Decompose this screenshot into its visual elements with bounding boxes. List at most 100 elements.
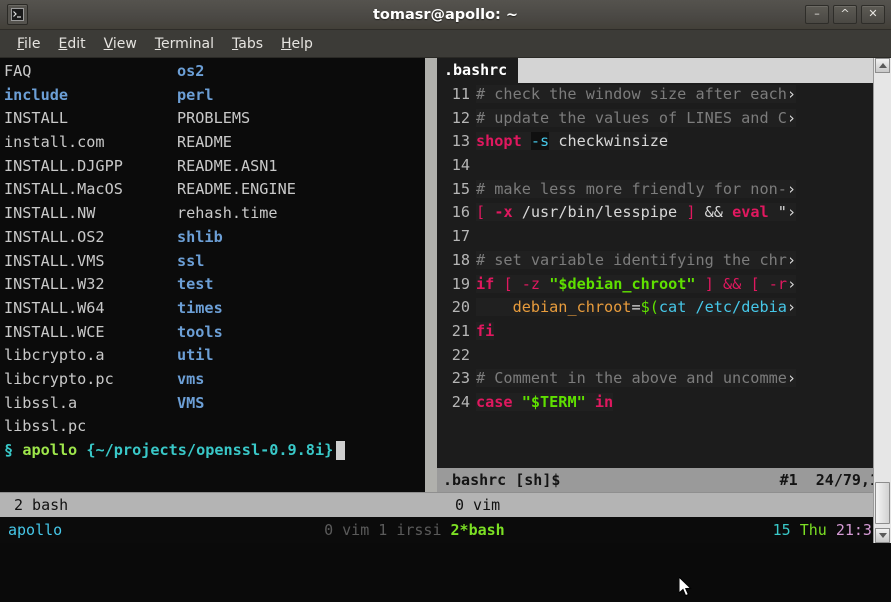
directory-entry: VMS — [177, 393, 205, 412]
window-item-vim[interactable]: 0 vim — [324, 517, 369, 543]
file-listing-row: INSTALL PROBLEMS — [4, 107, 425, 131]
window-item-bash[interactable]: 2*bash — [451, 517, 505, 543]
menu-item-terminal[interactable]: Terminal — [146, 34, 223, 54]
vim-line-number: 11 — [437, 83, 476, 107]
window-controls: – ^ ✕ — [805, 5, 885, 24]
vim-line: 19 if [ -z "$debian_chroot" ] && [ -r› — [437, 272, 891, 297]
file-entry: INSTALL.MacOS — [4, 180, 123, 199]
vim-token: › — [786, 250, 797, 269]
menu-mnemonic: E — [58, 35, 68, 52]
file-entry: libcrypto.pc — [4, 369, 114, 388]
directory-entry: test — [177, 275, 214, 294]
vim-tabline-filler — [516, 58, 891, 83]
vim-line-code: # make less more friendly for non-› — [476, 179, 797, 198]
vim-line-number: 24 — [437, 390, 476, 415]
vim-line-code: debian_chroot=$(cat /etc/debia› — [476, 298, 797, 317]
shell-prompt[interactable]: § apollo { ~/projects/openssl-0.9.8i } — [4, 439, 425, 463]
menu-label: ile — [24, 35, 41, 52]
scrollbar-track[interactable] — [875, 73, 890, 528]
vim-token: › — [786, 108, 797, 127]
file-entry: INSTALL — [4, 109, 69, 128]
vim-line-code: if [ -z "$debian_chroot" ] && [ -r› — [476, 274, 797, 293]
directory-entry: tools — [177, 322, 223, 341]
vim-token — [540, 275, 549, 293]
menu-item-edit[interactable]: Edit — [49, 34, 94, 54]
vim-line: 23 # Comment in the above and uncomme› — [437, 367, 891, 391]
vim-token: case — [476, 392, 513, 411]
directory-entry: include — [4, 85, 69, 104]
clock-day: 15 — [772, 521, 791, 539]
vim-tab-bashrc[interactable]: .bashrc — [437, 58, 517, 83]
file-listing-row: INSTALL.VMS ssl — [4, 250, 425, 274]
vim-token: eval — [732, 203, 769, 222]
scrollbar-thumb[interactable] — [875, 482, 890, 524]
vim-token: -r — [768, 274, 788, 293]
menu-label: iew — [112, 35, 137, 52]
menu-item-tabs[interactable]: Tabs — [223, 34, 272, 54]
vim-token — [586, 393, 595, 411]
pane-divider[interactable] — [425, 58, 437, 492]
file-entry: FAQ — [4, 62, 32, 80]
vim-token — [513, 275, 522, 293]
vim-token: if — [476, 274, 495, 293]
window-item-irssi[interactable]: 1 irssi — [378, 517, 441, 543]
vim-token: [ — [476, 203, 486, 222]
file-listing-row: libssl.a VMS — [4, 392, 425, 416]
vim-token: "$TERM" — [521, 392, 586, 411]
file-listing-row: libcrypto.a util — [4, 344, 425, 368]
menu-item-file[interactable]: File — [8, 34, 49, 54]
terminal-content[interactable]: FAQ os2 include perl INSTALL PROBLEMS install.… — [0, 58, 891, 597]
pane-vim[interactable]: .bashrc 11 # check the window size after … — [437, 58, 891, 492]
vim-token: = — [631, 298, 641, 317]
vim-lines: 11 # check the window size after each› 12 #… — [437, 83, 891, 415]
title-bar: tomasr@apollo: ~ – ^ ✕ — [0, 0, 891, 30]
pane-bash[interactable]: FAQ os2 include perl INSTALL PROBLEMS install.… — [0, 58, 425, 492]
file-entry: INSTALL.W64 — [4, 298, 105, 317]
scroll-up-button[interactable] — [875, 58, 890, 73]
vim-line: 20 debian_chroot=$(cat /etc/debia› — [437, 296, 891, 320]
scroll-down-button[interactable] — [875, 528, 890, 543]
vim-token: › — [786, 369, 797, 388]
vim-line-number: 13 — [437, 130, 476, 155]
directory-entry: shlib — [177, 227, 223, 246]
vim-tabline[interactable]: .bashrc — [437, 58, 891, 83]
directory-entry: times — [177, 298, 223, 317]
vim-token: ] — [686, 203, 696, 222]
vim-status-right: #1 24/79,1 — [779, 471, 879, 489]
file-entry: libssl.pc — [4, 417, 87, 436]
file-entry: README.ENGINE — [177, 180, 296, 199]
menu-mnemonic: H — [281, 35, 292, 52]
vim-token — [696, 275, 705, 293]
file-listing-row: libssl.pc — [4, 415, 425, 439]
vim-line-number: 18 — [437, 248, 476, 273]
minimize-button[interactable]: – — [805, 5, 829, 24]
vim-token: › — [786, 179, 797, 198]
vim-token: [ — [503, 274, 513, 293]
maximize-button[interactable]: ^ — [833, 5, 857, 24]
menu-mnemonic: V — [103, 35, 113, 52]
file-entry: INSTALL.NW — [4, 204, 96, 223]
prompt-symbol: § — [4, 441, 14, 459]
vim-token — [522, 132, 531, 150]
directory-entry: ssl — [177, 251, 205, 270]
vim-line-code: # update the values of LINES and C› — [476, 108, 797, 127]
vim-token — [513, 393, 522, 411]
file-listing-row: INSTALL.W64 times — [4, 297, 425, 321]
terminal-scrollbar[interactable] — [873, 58, 891, 543]
vim-line-number: 15 — [437, 177, 476, 202]
menu-item-help[interactable]: Help — [272, 34, 322, 54]
vim-token: # make less more friendly for non- — [476, 179, 787, 198]
vim-token — [485, 203, 494, 221]
vim-text-area[interactable]: 11 # check the window size after each› 12 #… — [437, 83, 891, 468]
mouse-pointer — [678, 575, 693, 602]
vim-token: # update the values of LINES and C — [476, 108, 787, 127]
prompt-path: ~/projects/openssl-0.9.8i — [95, 441, 325, 459]
file-entry: INSTALL.VMS — [4, 251, 105, 270]
prompt-host: apollo — [22, 441, 78, 459]
caption-left: 2 bash — [14, 496, 69, 514]
vim-token: cat /etc/debia — [658, 298, 787, 317]
file-listing-row: INSTALL.MacOS README.ENGINE — [4, 178, 425, 202]
vim-line: 15 # make less more friendly for non-› — [437, 177, 891, 202]
close-button[interactable]: ✕ — [861, 5, 885, 24]
menu-item-view[interactable]: View — [95, 34, 146, 54]
